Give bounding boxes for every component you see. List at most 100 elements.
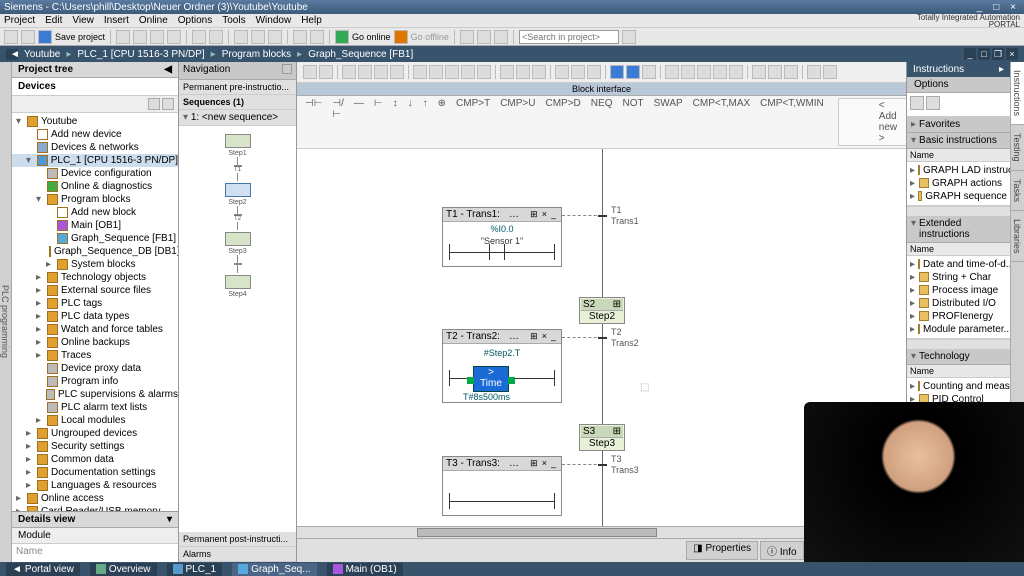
ed-tool-icon[interactable] [374, 65, 388, 79]
list-item[interactable]: ▸GRAPH actions [907, 177, 1010, 190]
new-project-icon[interactable] [4, 30, 18, 44]
crumb-current[interactable]: Graph_Sequence [FB1] [304, 49, 417, 60]
transition-box-t2[interactable]: T2 - Trans2:…⊞×_ #Step2.T > Time T#8s500… [442, 329, 562, 403]
overview-button[interactable]: Overview [90, 563, 157, 576]
go-online-label[interactable]: Go online [352, 32, 391, 42]
list-item[interactable]: ▸Module parameter... [907, 323, 1010, 336]
rtab-libraries[interactable]: Libraries [1011, 211, 1024, 263]
ed-tool-icon[interactable] [768, 65, 782, 79]
plc-tab-button[interactable]: PLC_1 [167, 563, 223, 576]
nav-alarms[interactable]: Alarms [179, 547, 296, 562]
tree-ungrouped[interactable]: Ungrouped devices [51, 428, 137, 439]
tab-diagnostics[interactable]: ⚠ Diagnostics [806, 541, 883, 560]
menu-view[interactable]: View [72, 15, 94, 26]
compile-icon[interactable] [234, 30, 248, 44]
ed-tool-icon[interactable] [358, 65, 372, 79]
ed-tool-icon[interactable] [729, 65, 743, 79]
block-interface-toggle[interactable]: Block interface [297, 83, 906, 96]
tree-add-device[interactable]: Add new device [51, 129, 122, 140]
tree-plc1[interactable]: PLC_1 [CPU 1516-3 PN/DP] [51, 155, 178, 166]
delete-icon[interactable] [167, 30, 181, 44]
project-tree[interactable]: ▾Youtube Add new device Devices & networ… [12, 113, 178, 511]
stop-sim-icon[interactable] [310, 30, 324, 44]
left-side-tab[interactable]: PLC programming [0, 62, 12, 562]
rtab-instructions[interactable]: Instructions [1011, 62, 1024, 125]
tree-devices-networks[interactable]: Devices & networks [51, 142, 139, 153]
trans-name[interactable]: Trans2 [611, 338, 639, 348]
list-item[interactable]: ▸Counting and measure... [907, 380, 1010, 393]
trans-comment[interactable]: … [509, 458, 519, 469]
tree-graph-seq[interactable]: Graph_Sequence [FB1] [71, 233, 176, 244]
menu-online[interactable]: Online [139, 15, 168, 26]
tree-add-block[interactable]: Add new block [71, 207, 136, 218]
tree-proxy[interactable]: Device proxy data [61, 363, 141, 374]
palette-item[interactable]: ↑ [421, 98, 430, 146]
graph-canvas[interactable]: T1 Trans1 T1 - Trans1:…⊞×_ %I0.0 "Sensor… [297, 149, 906, 526]
palette-item[interactable]: ⊢ [372, 98, 385, 146]
palette-item[interactable]: CMP<T,MAX [691, 98, 753, 146]
ed-tool-icon[interactable] [665, 65, 679, 79]
ed-view2-icon[interactable] [626, 65, 640, 79]
palette-item[interactable]: — [352, 98, 366, 146]
section-favorites[interactable]: ▸Favorites [907, 117, 1010, 133]
paste-icon[interactable] [150, 30, 164, 44]
tree-plc-tags[interactable]: PLC tags [61, 298, 102, 309]
monitor-icon[interactable] [460, 30, 474, 44]
step-box-s2[interactable]: S2⊞ Step2 [579, 297, 625, 324]
minimize-button[interactable]: _ [972, 2, 986, 13]
undo-icon[interactable] [192, 30, 206, 44]
ed-tool-icon[interactable] [681, 65, 695, 79]
tree-root[interactable]: Youtube [41, 116, 77, 127]
editor-restore-icon[interactable]: ❐ [992, 48, 1004, 60]
download-icon[interactable] [251, 30, 265, 44]
trans-min-icon[interactable]: _ [549, 209, 558, 219]
menu-edit[interactable]: Edit [45, 15, 62, 26]
nav-perm-pre[interactable]: Permanent pre-instructio... [179, 80, 296, 95]
tree-tech-objects[interactable]: Technology objects [61, 272, 146, 283]
section-extended[interactable]: ▾Extended instructions [907, 216, 1010, 243]
palette-item[interactable]: NEQ [589, 98, 615, 146]
tree-local-modules[interactable]: Local modules [61, 415, 125, 426]
trans-option-icon[interactable]: ⊞ [528, 209, 540, 219]
close-button[interactable]: × [1006, 2, 1020, 13]
ed-tool-icon[interactable] [477, 65, 491, 79]
tree-docs[interactable]: Documentation settings [51, 467, 156, 478]
basic-hscroll[interactable] [907, 206, 1010, 216]
step-action-icon[interactable]: ⊞ [613, 299, 621, 310]
list-item[interactable]: ▸Distributed I/O [907, 297, 1010, 310]
timer-compare-block[interactable]: > Time [473, 366, 509, 392]
crumb-plc[interactable]: PLC_1 [CPU 1516-3 PN/DP] [73, 49, 208, 60]
rtab-tasks[interactable]: Tasks [1011, 171, 1024, 211]
ed-tool-icon[interactable] [413, 65, 427, 79]
palette-item[interactable]: CMP>U [498, 98, 537, 146]
palette-item[interactable]: NOT [620, 98, 645, 146]
tree-device-config[interactable]: Device configuration [61, 168, 152, 179]
copy-icon[interactable] [133, 30, 147, 44]
palette-item[interactable]: ↓ [406, 98, 415, 146]
trans-close-icon[interactable]: × [540, 458, 549, 468]
menu-window[interactable]: Window [256, 15, 292, 26]
menu-insert[interactable]: Insert [104, 15, 129, 26]
list-item[interactable]: ▸PID Control [907, 393, 1010, 406]
transition-box-t3[interactable]: T3 - Trans3:…⊞×_ [442, 456, 562, 516]
ed-tool-icon[interactable] [532, 65, 546, 79]
tree-main-ob1[interactable]: Main [OB1] [71, 220, 121, 231]
list-item[interactable]: ▸Time-based IO [907, 419, 1010, 432]
trans-name[interactable]: Trans1 [611, 216, 639, 226]
main-tab-button[interactable]: Main (OB1) [327, 563, 403, 576]
nav-sequences[interactable]: Sequences (1) [179, 95, 296, 110]
ed-tool-icon[interactable] [319, 65, 333, 79]
start-sim-icon[interactable] [293, 30, 307, 44]
tree-alarm-lists[interactable]: PLC alarm text lists [61, 402, 147, 413]
breadcrumb-back-icon[interactable]: ◄ [6, 49, 18, 60]
trans-close-icon[interactable]: × [540, 331, 549, 341]
go-online-icon[interactable] [335, 30, 349, 44]
trans-option-icon[interactable]: ⊞ [528, 458, 540, 468]
palette-item[interactable]: CMP>T [454, 98, 492, 146]
ed-tool-icon[interactable] [461, 65, 475, 79]
upload-icon[interactable] [268, 30, 282, 44]
details-tab-module[interactable]: Module [12, 528, 178, 544]
tab-properties[interactable]: ◨ Properties [686, 541, 758, 560]
ed-tool-icon[interactable] [784, 65, 798, 79]
devices-tab[interactable]: Devices [12, 78, 178, 96]
